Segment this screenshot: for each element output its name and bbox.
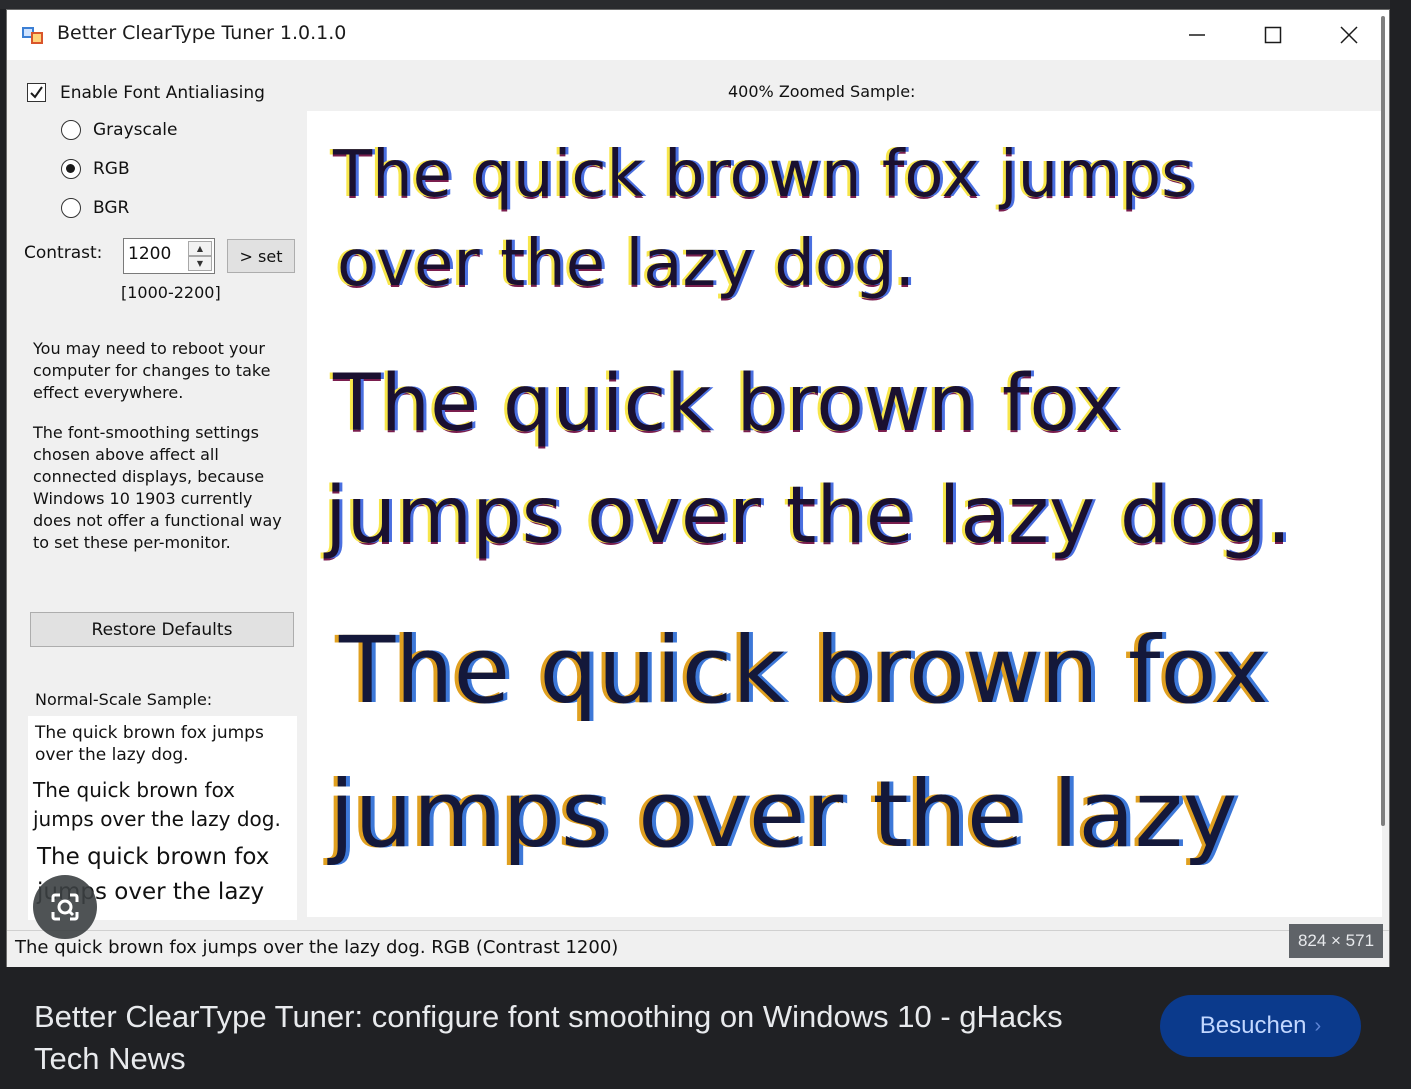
status-bar: The quick brown fox jumps over the lazy … (7, 930, 1389, 967)
visit-label: Besuchen (1199, 1012, 1307, 1039)
background-strip (0, 0, 1411, 9)
stepper-buttons: ▲ ▼ (188, 241, 212, 271)
contrast-value[interactable]: 1200 (128, 244, 171, 264)
scrollbar-thumb[interactable] (1381, 16, 1385, 826)
contrast-stepper[interactable]: 1200 ▲ ▼ (123, 238, 215, 274)
status-text: The quick brown fox jumps over the lazy … (15, 937, 619, 958)
maximize-button[interactable] (1235, 10, 1311, 60)
chevron-right-icon: › (1314, 1014, 1322, 1037)
zoom-line: The quick brown fox jumps (333, 138, 1195, 212)
lens-icon (51, 893, 79, 921)
normal-sample-medium: The quick brown fox jumps over the lazy … (33, 778, 281, 831)
per-monitor-note: The font-smoothing settings chosen above… (33, 423, 282, 552)
contrast-label: Contrast: (24, 243, 103, 263)
rgb-label[interactable]: RGB (93, 159, 130, 179)
zoom-sample-heading: 400% Zoomed Sample: (728, 82, 916, 101)
grayscale-radio[interactable] (61, 120, 81, 140)
bgr-label[interactable]: BGR (93, 198, 129, 218)
zoom-line: jumps over the lazy dog. (325, 471, 1292, 561)
normal-sample-heading: Normal-Scale Sample: (35, 690, 213, 709)
reboot-note: You may need to reboot your computer for… (33, 339, 271, 402)
scroll-gutter (1390, 0, 1411, 1089)
normal-sample-small: The quick brown fox jumps over the lazy … (35, 723, 264, 765)
result-title-link[interactable]: Better ClearType Tuner: configure font s… (34, 996, 1134, 1080)
title-bar: Better ClearType Tuner 1.0.1.0 (7, 10, 1389, 60)
app-window: Better ClearType Tuner 1.0.1.0 Enable Fo… (6, 9, 1390, 967)
minimize-button[interactable] (1159, 10, 1235, 60)
rgb-radio[interactable] (61, 159, 81, 179)
close-icon (1340, 26, 1358, 44)
bgr-radio[interactable] (61, 198, 81, 218)
zoom-line: The quick brown fox (333, 359, 1121, 449)
maximize-icon (1264, 26, 1282, 44)
antialiasing-label[interactable]: Enable Font Antialiasing (60, 83, 265, 103)
close-button[interactable] (1311, 10, 1387, 60)
zoom-line: over the lazy dog. (337, 227, 915, 301)
antialiasing-checkbox[interactable] (27, 83, 46, 102)
radio-selected-dot (66, 164, 75, 173)
contrast-range: [1000-2200] (121, 283, 221, 302)
set-contrast-button[interactable]: > set (227, 239, 295, 273)
visit-button[interactable]: Besuchen › (1160, 995, 1361, 1057)
stepper-up-icon[interactable]: ▲ (188, 241, 212, 256)
image-dimensions-badge: 824 × 571 (1289, 924, 1383, 958)
zoomed-sample-box: The quick brown fox jumps over the lazy … (307, 111, 1382, 917)
zoom-line: jumps over the lazy (329, 761, 1238, 868)
lens-search-button[interactable] (33, 875, 97, 939)
window-title: Better ClearType Tuner 1.0.1.0 (57, 22, 347, 44)
stepper-down-icon[interactable]: ▼ (188, 256, 212, 271)
app-icon (22, 27, 43, 44)
zoom-line: The quick brown fox (339, 617, 1269, 724)
grayscale-label[interactable]: Grayscale (93, 120, 177, 140)
checkmark-icon (30, 86, 43, 99)
minimize-icon (1189, 34, 1205, 36)
restore-defaults-button[interactable]: Restore Defaults (30, 612, 294, 647)
